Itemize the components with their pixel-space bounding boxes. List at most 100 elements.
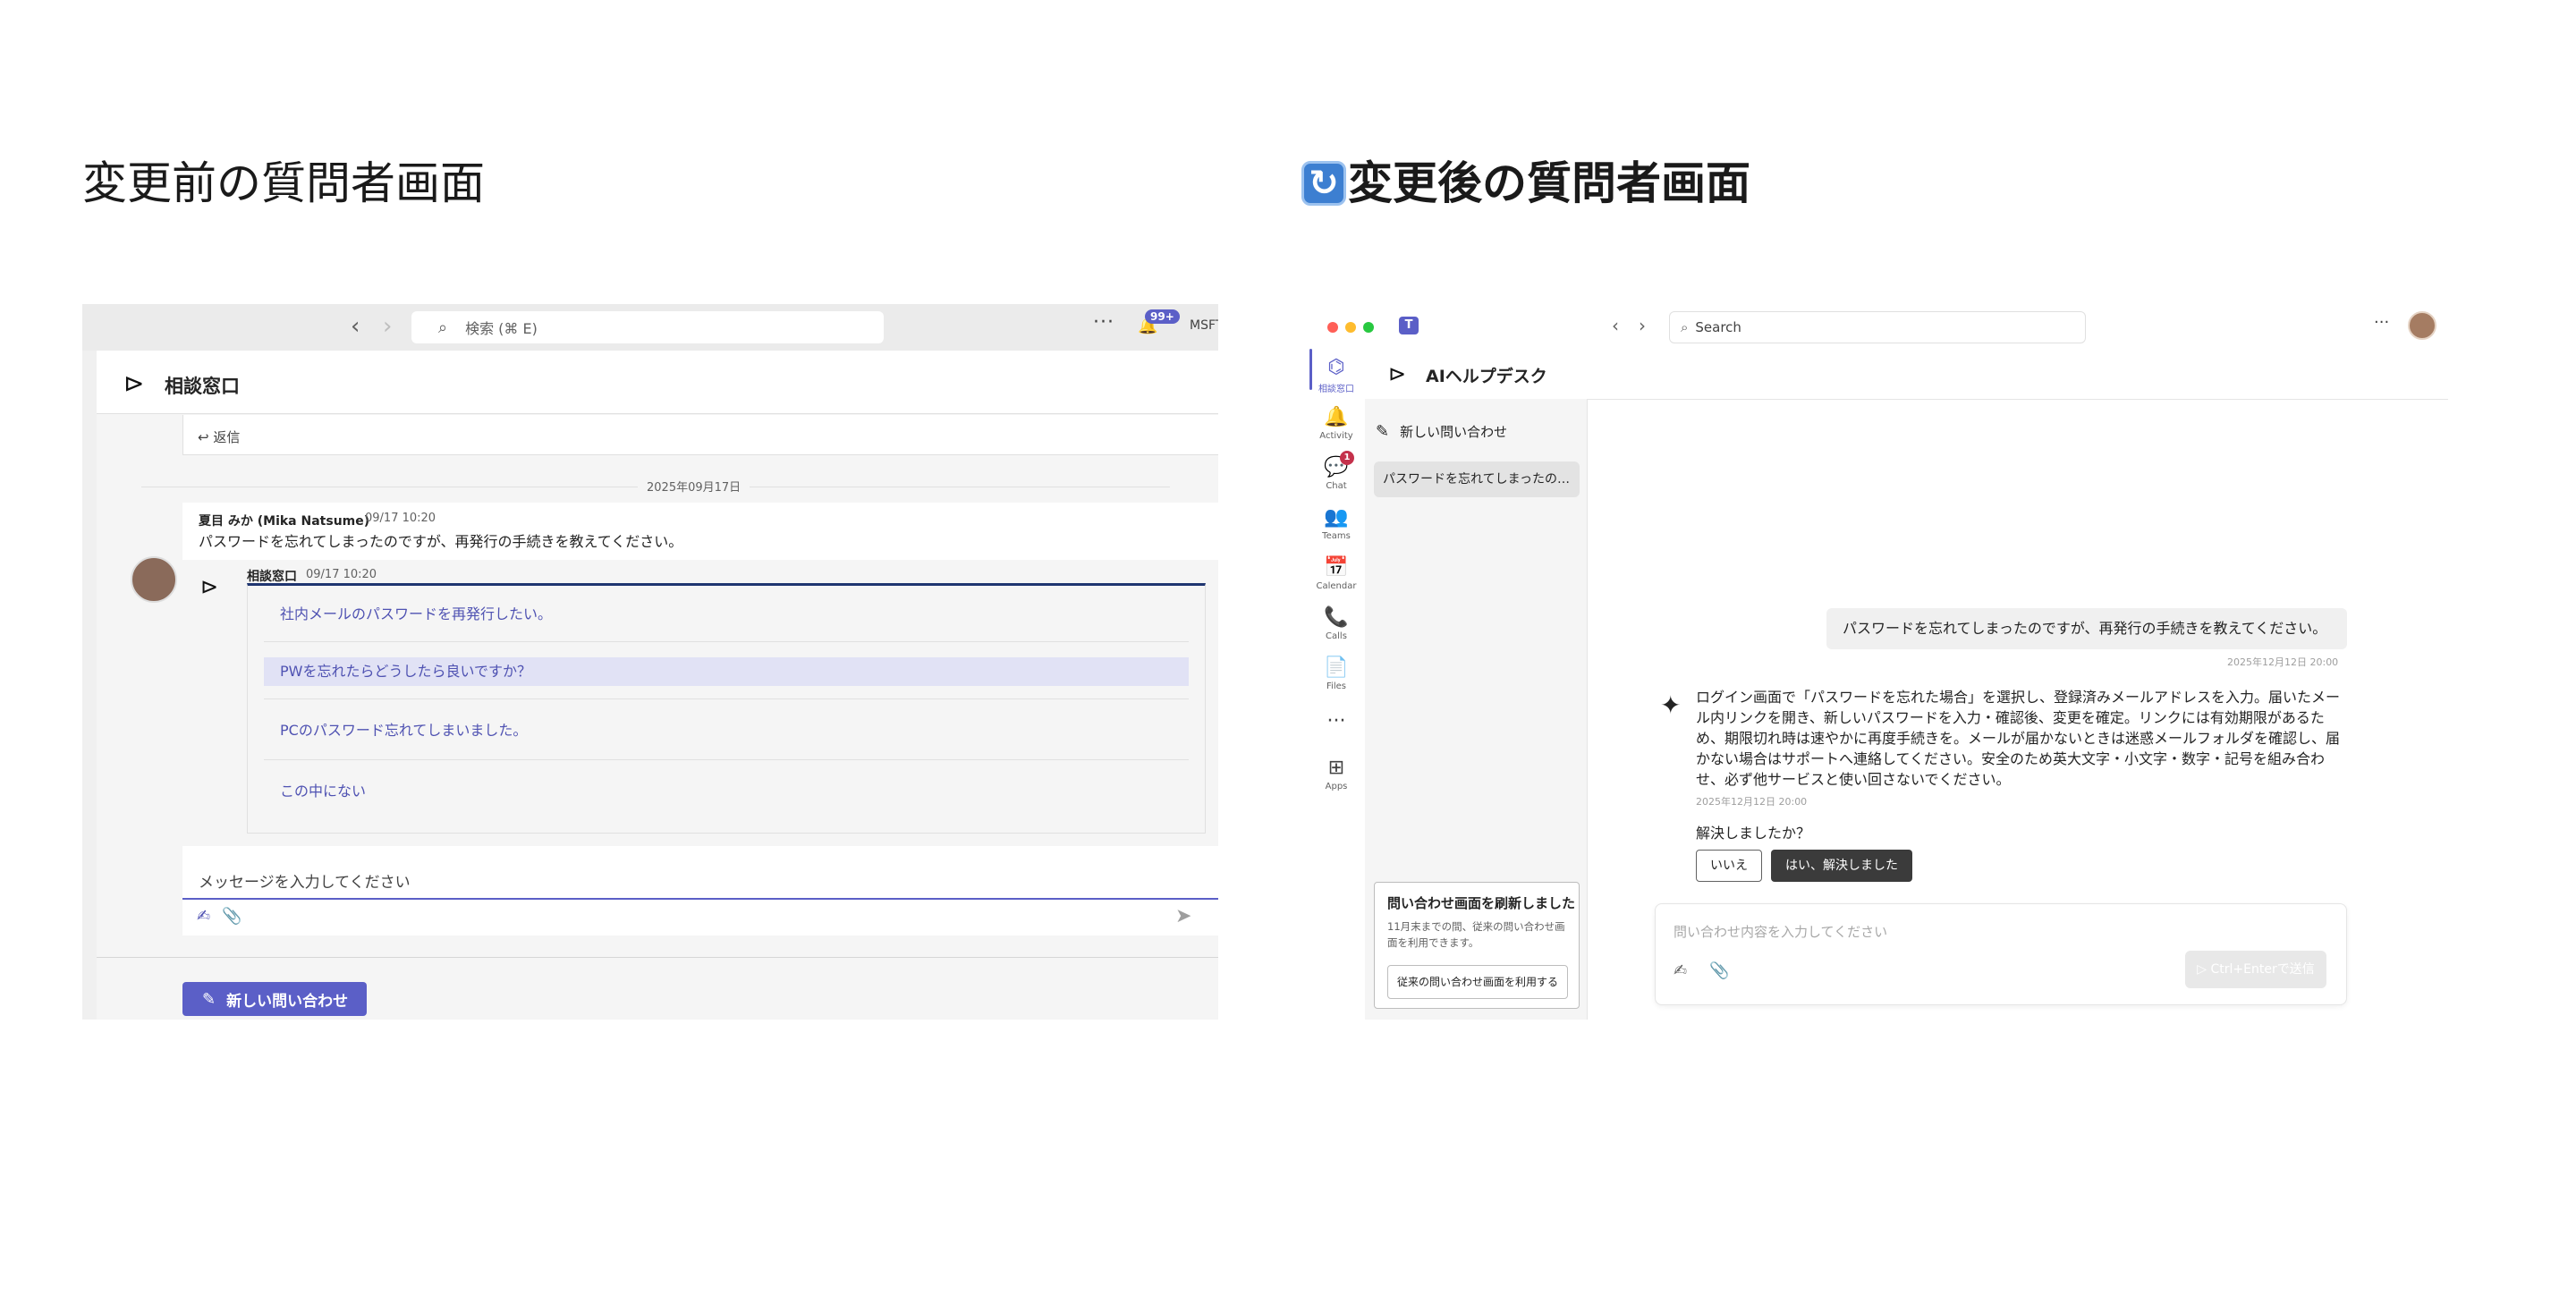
rail-item-teams[interactable]: 👥 Teams: [1308, 506, 1365, 541]
app-header: ⊳ AIヘルプデスク: [1365, 349, 2448, 400]
maximize-window-icon[interactable]: [1363, 322, 1374, 333]
close-window-icon[interactable]: [1327, 322, 1338, 333]
app-logo-icon: ⊳: [123, 368, 145, 398]
teams-icon: 👥: [1324, 506, 1349, 529]
history-sidebar: ✎ 新しい問い合わせ パスワードを忘れてしまったの… 問い合わせ画面を刷新しまし…: [1365, 399, 1588, 1020]
chat-unread-badge: 1: [1340, 451, 1354, 465]
rail-label: Files: [1326, 681, 1346, 691]
new-inquiry-button[interactable]: ✎ 新しい問い合わせ: [1376, 422, 1507, 441]
search-placeholder: 検索 (⌘ E): [465, 320, 538, 337]
suggestion-option[interactable]: PCのパスワード忘れてしまいました。: [264, 716, 1189, 745]
message-author: 夏目 みか (Mika Natsume): [199, 514, 370, 529]
new-inquiry-button[interactable]: ✎ 新しい問い合わせ: [182, 982, 367, 1016]
back-icon[interactable]: ‹: [351, 313, 360, 340]
teams-logo-icon: T: [1399, 317, 1419, 334]
notice-card: 問い合わせ画面を刷新しました 11月末までの間、従来の問い合わせ画面を利用できま…: [1374, 882, 1580, 1009]
rail-label: Calendar: [1316, 581, 1357, 591]
rail-item-apps[interactable]: ⊞ Apps: [1308, 757, 1365, 791]
rail-item-files[interactable]: 📄 Files: [1308, 656, 1365, 691]
previous-message-card: ↩ 返信: [182, 415, 1218, 455]
suggestion-option-selected[interactable]: PWを忘れたらどうしたら良いですか？: [264, 657, 1189, 686]
calendar-icon: 📅: [1324, 556, 1349, 579]
more-icon[interactable]: ···: [1093, 311, 1114, 334]
search-input[interactable]: ⌕ 検索 (⌘ E): [411, 311, 884, 343]
compose-icon: ✎: [1376, 422, 1390, 441]
bell-icon: 🔔: [1324, 406, 1349, 428]
search-icon: ⌕: [1681, 319, 1689, 335]
user-message-time: 2025年12月12日 20:00: [2227, 656, 2339, 668]
rail-item-chat[interactable]: 💬 Chat: [1308, 456, 1365, 491]
rail-label: Chat: [1326, 481, 1347, 491]
title-bar: ‹ › ⌕ 検索 (⌘ E) ··· 🔔 99+ MSFT: [82, 304, 1218, 351]
message-body: パスワードを忘れてしまったのですが、再発行の手続きを教えてください。: [199, 533, 683, 550]
org-label[interactable]: MSFT: [1190, 318, 1218, 333]
more-icon: ···: [1326, 710, 1346, 732]
send-button[interactable]: ▷ Ctrl+Enterで送信: [2185, 951, 2326, 988]
rail-item-helpdesk[interactable]: ⌬ 相談窓口: [1308, 356, 1365, 394]
file-icon: 📄: [1324, 656, 1349, 679]
forward-icon[interactable]: ›: [383, 313, 392, 340]
format-icon[interactable]: ✍: [197, 907, 210, 926]
new-inquiry-label: 新しい問い合わせ: [226, 992, 349, 1011]
not-resolved-button[interactable]: いいえ: [1696, 850, 1762, 882]
composer-placeholder: 問い合わせ内容を入力してください: [1674, 924, 1888, 940]
helpdesk-icon: ⌬: [1327, 356, 1345, 378]
ai-answer: ログイン画面で「パスワードを忘れた場合」を選択し、登録済みメールアドレスを入力。…: [1696, 689, 2341, 788]
app-title: AIヘルプデスク: [1426, 367, 1547, 386]
profile-avatar[interactable]: [2408, 311, 2436, 340]
bot-reply: ⊳ 相談窓口 09/17 10:20 社内メールのパスワードを再発行したい。 P…: [182, 560, 1218, 846]
rail-item-calendar[interactable]: 📅 Calendar: [1308, 556, 1365, 591]
attach-icon[interactable]: 📎: [1709, 961, 1729, 980]
back-icon[interactable]: ‹: [1612, 315, 1619, 336]
rail-label: Apps: [1325, 782, 1348, 791]
channel-header: ⊳ 相談窓口: [97, 351, 1218, 414]
resolved-question: 解決しましたか？: [1696, 825, 1811, 842]
after-heading-wrap: ↻ 変更後の質問者画面: [1301, 152, 1750, 215]
rail-label: 相談窓口: [1318, 385, 1354, 394]
new-inquiry-label: 新しい問い合わせ: [1400, 424, 1508, 440]
search-icon: ⌕: [438, 317, 448, 337]
message-card: 夏目 みか (Mika Natsume) 09/17 10:20 パスワードを忘…: [182, 503, 1218, 860]
rail-item-calls[interactable]: 📞 Calls: [1308, 606, 1365, 641]
app-rail: ⌬ 相談窓口 🔔 Activity 💬 Chat 👥 Teams 📅 Calen…: [1308, 349, 1366, 1020]
channel-title: 相談窓口: [165, 376, 240, 397]
composer[interactable]: 問い合わせ内容を入力してください ✍ 📎 ▷ Ctrl+Enterで送信: [1655, 903, 2347, 1005]
date-separator: 2025年09月17日: [141, 478, 1170, 495]
format-icon[interactable]: ✍: [1674, 961, 1687, 980]
compose-icon: ✎: [202, 989, 216, 1009]
option-divider: [264, 698, 1189, 699]
rail-item-more[interactable]: ···: [1308, 710, 1365, 733]
resolved-button[interactable]: はい、解決しました: [1771, 850, 1912, 882]
reply-link[interactable]: ↩ 返信: [198, 427, 240, 446]
ai-answer-time: 2025年12月12日 20:00: [1696, 796, 1808, 808]
legacy-screen-button[interactable]: 従来の問い合わせ画面を利用する: [1387, 965, 1568, 999]
attach-icon[interactable]: 📎: [222, 907, 242, 926]
suggestion-card: 社内メールのパスワードを再発行したい。 PWを忘れたらどうしたら良いですか？ P…: [247, 583, 1206, 834]
forward-icon[interactable]: ›: [1639, 315, 1646, 336]
compose-toolbar: ✍ 📎 ➤: [182, 900, 1218, 935]
rail-item-activity[interactable]: 🔔 Activity: [1308, 406, 1365, 441]
left-edge: [82, 351, 97, 1020]
rail-label: Calls: [1326, 631, 1347, 641]
notification-badge: 99+: [1145, 309, 1180, 324]
before-heading: 変更前の質問者画面: [82, 157, 485, 209]
suggestion-option[interactable]: 社内メールのパスワードを再発行したい。: [264, 600, 1189, 629]
phone-icon: 📞: [1324, 606, 1349, 629]
suggestion-option[interactable]: この中にない: [264, 777, 1189, 806]
avatar[interactable]: [131, 556, 177, 603]
bot-name: 相談窓口: [247, 570, 297, 584]
more-icon[interactable]: ···: [2374, 313, 2389, 332]
search-input[interactable]: ⌕ Search: [1669, 311, 2086, 343]
message-input[interactable]: メッセージを入力してください: [182, 860, 1218, 900]
rail-label: Teams: [1322, 531, 1351, 541]
refresh-icon: ↻: [1301, 161, 1346, 206]
apps-icon: ⊞: [1327, 757, 1345, 779]
before-screenshot: ‹ › ⌕ 検索 (⌘ E) ··· 🔔 99+ MSFT ⊳ 相談窓口 ↩ 返…: [82, 304, 1218, 1020]
minimize-window-icon[interactable]: [1345, 322, 1356, 333]
chat-panel: ⊳ 相談窓口 ↩ 返信 2025年09月17日 夏目 みか (Mika Nats…: [97, 351, 1218, 1020]
footer-divider: [97, 957, 1218, 958]
send-icon[interactable]: ➤: [1175, 905, 1191, 927]
notice-title: 問い合わせ画面を刷新しました: [1387, 895, 1576, 911]
history-item[interactable]: パスワードを忘れてしまったの…: [1374, 461, 1580, 497]
after-screenshot: T ‹ › ⌕ Search ··· ⌬ 相談窓口 🔔 Activity 💬 C…: [1308, 304, 2448, 1020]
